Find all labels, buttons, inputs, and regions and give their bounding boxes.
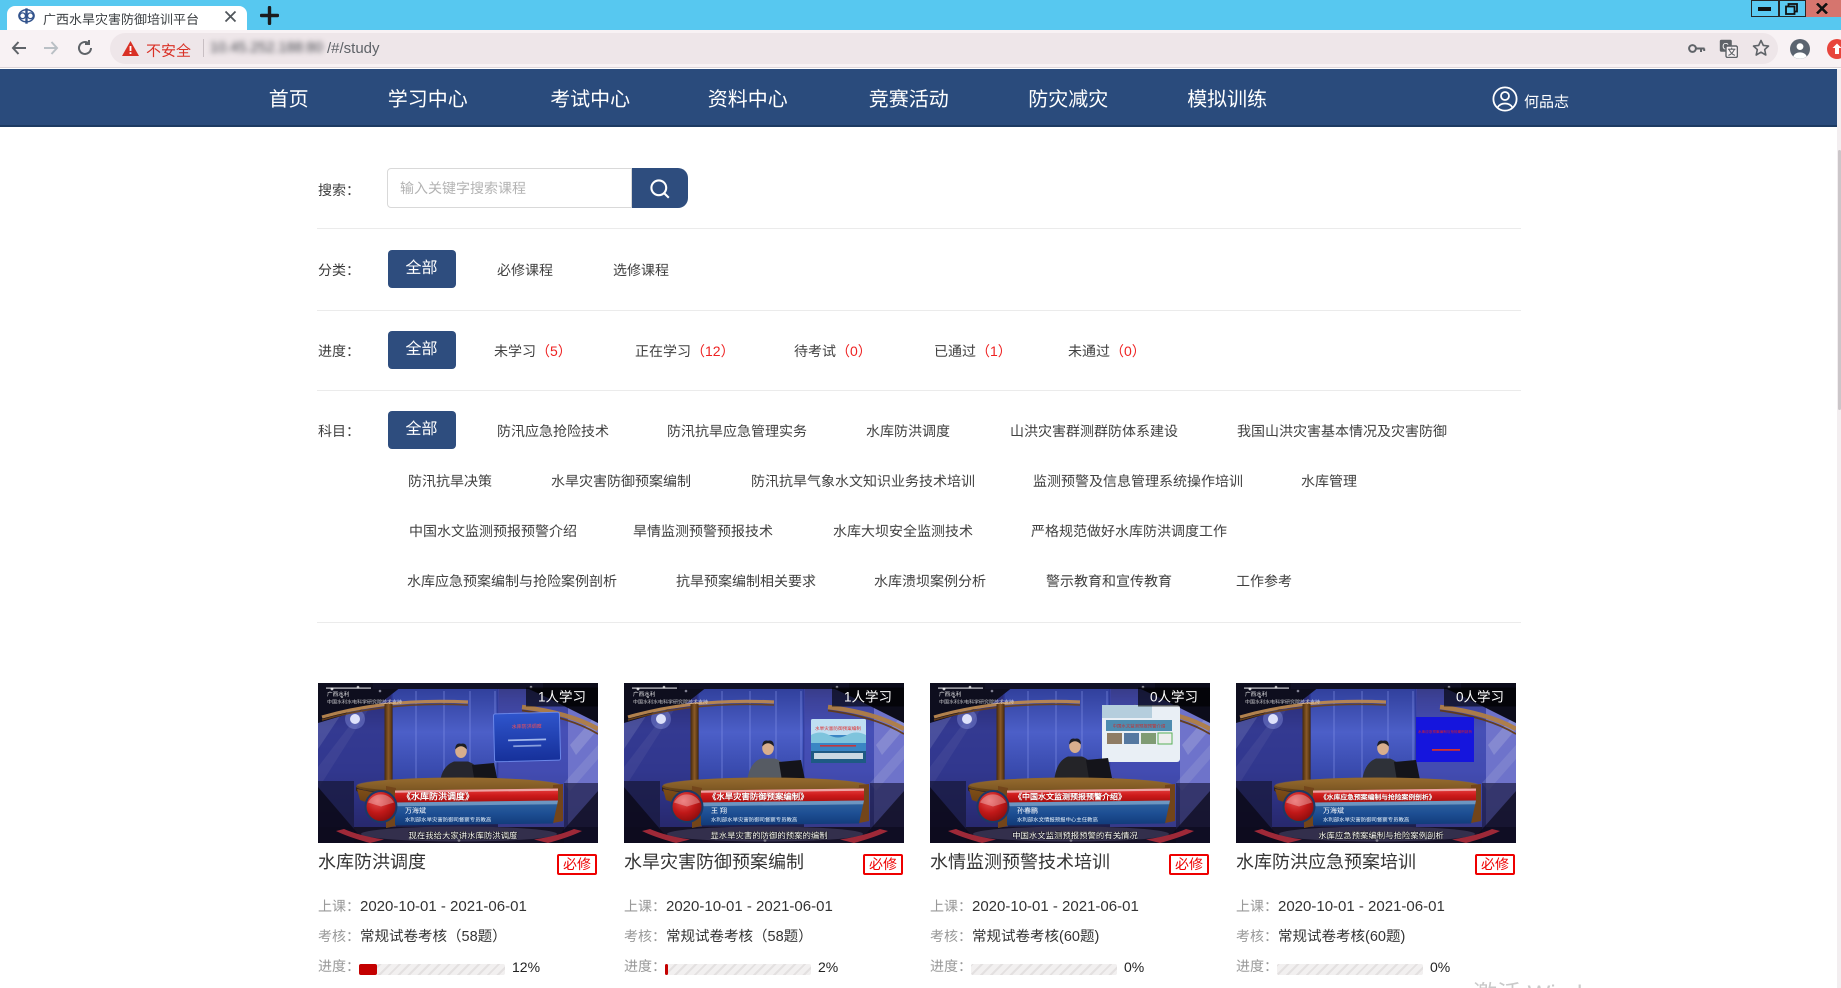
svg-text:水库应急预案编制与抢险案例剖析: 水库应急预案编制与抢险案例剖析 — [1318, 831, 1444, 841]
svg-text:水库应急预案编制与抢险案例剖析: 水库应急预案编制与抢险案例剖析 — [1418, 729, 1472, 734]
svg-text:广西水利: 广西水利 — [939, 691, 962, 698]
svg-text:中国水利水电科学研究院技术支持: 中国水利水电科学研究院技术支持 — [939, 699, 1014, 706]
svg-text:中国水利水电科学研究院技术支持: 中国水利水电科学研究院技术支持 — [327, 699, 402, 706]
svg-text:水旱灾害防御预案编制: 水旱灾害防御预案编制 — [815, 726, 861, 731]
svg-text:1人学习: 1人学习 — [538, 690, 586, 705]
svg-text:1人学习: 1人学习 — [844, 690, 892, 705]
svg-text:中国水利水电科学研究院技术支持: 中国水利水电科学研究院技术支持 — [1245, 699, 1320, 706]
svg-text:广西水利: 广西水利 — [327, 691, 350, 698]
svg-text:《水旱灾害防御预案编制》: 《水旱灾害防御预案编制》 — [708, 791, 809, 801]
svg-text:《水库防洪调度》: 《水库防洪调度》 — [402, 791, 474, 801]
svg-text:《中国水文监测预报预警介绍》: 《中国水文监测预报预警介绍》 — [1014, 791, 1126, 801]
svg-text:万海斌: 万海斌 — [1323, 807, 1344, 815]
svg-text:0人学习: 0人学习 — [1456, 690, 1504, 705]
svg-text:现在我给大家讲水库防洪调度: 现在我给大家讲水库防洪调度 — [409, 831, 518, 841]
svg-text:孙春鹏: 孙春鹏 — [1017, 807, 1038, 815]
svg-text:中国水文监测预报预警介绍: 中国水文监测预报预警介绍 — [1113, 724, 1166, 729]
svg-text:广西水利: 广西水利 — [1245, 691, 1268, 698]
svg-text:水利部水旱灾害防御司督察专员教高: 水利部水旱灾害防御司督察专员教高 — [711, 817, 798, 824]
svg-text:水利部水旱灾害防御司督察专员教高: 水利部水旱灾害防御司督察专员教高 — [405, 817, 492, 824]
svg-text:0人学习: 0人学习 — [1150, 690, 1198, 705]
svg-text:中国水文监测预报预警的有关情况: 中国水文监测预报预警的有关情况 — [1012, 831, 1138, 841]
svg-text:显水旱灾害的防御的预案的编制: 显水旱灾害的防御的预案的编制 — [710, 831, 827, 841]
svg-text:水库防洪调度: 水库防洪调度 — [512, 723, 542, 731]
svg-text:《水库应急预案编制与抢险案例剖析》: 《水库应急预案编制与抢险案例剖析》 — [1320, 793, 1436, 801]
svg-text:广西水利: 广西水利 — [633, 691, 656, 698]
svg-text:王 翔: 王 翔 — [711, 807, 727, 815]
svg-text:水利部水旱灾害防御司督察专员教高: 水利部水旱灾害防御司督察专员教高 — [1323, 817, 1410, 824]
svg-text:中国水利水电科学研究院技术支持: 中国水利水电科学研究院技术支持 — [633, 699, 708, 706]
svg-text:水利部水文情报预报中心主任教高: 水利部水文情报预报中心主任教高 — [1017, 817, 1098, 824]
svg-text:万海斌: 万海斌 — [405, 807, 426, 815]
